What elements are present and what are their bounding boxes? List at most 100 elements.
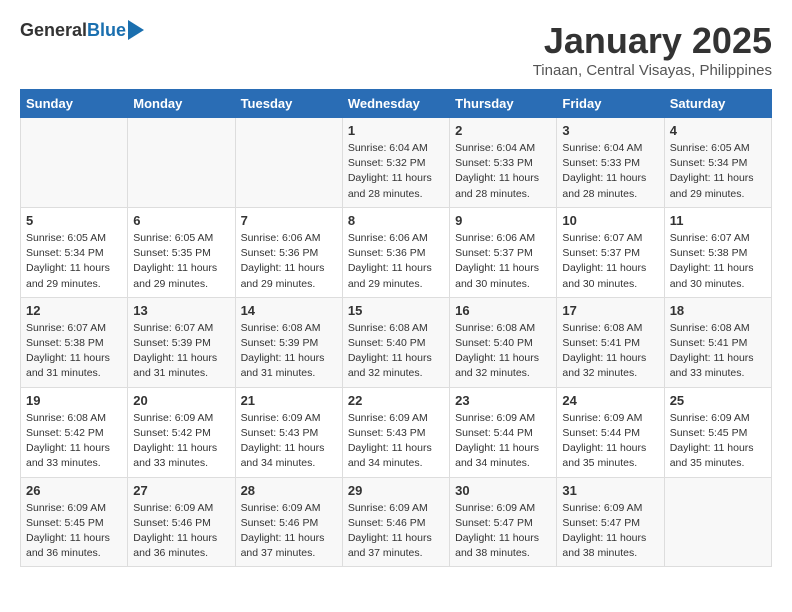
day-info: Sunrise: 6:08 AM Sunset: 5:40 PM Dayligh… xyxy=(455,321,551,382)
day-info: Sunrise: 6:06 AM Sunset: 5:36 PM Dayligh… xyxy=(348,231,444,292)
calendar-cell: 18Sunrise: 6:08 AM Sunset: 5:41 PM Dayli… xyxy=(664,297,771,387)
logo: General Blue xyxy=(20,20,144,41)
page-header: General Blue January 2025 Tinaan, Centra… xyxy=(20,20,772,79)
calendar-cell: 12 Sunrise: 6:07 AM Sunset: 5:38 PM Dayli… xyxy=(21,297,128,387)
calendar-cell: 4Sunrise: 6:05 AM Sunset: 5:34 PM Daylig… xyxy=(664,118,771,208)
day-info: Sunrise: 6:09 AM Sunset: 5:44 PM Dayligh… xyxy=(562,411,658,472)
calendar-cell: 27Sunrise: 6:09 AM Sunset: 5:46 PM Dayli… xyxy=(128,477,235,567)
calendar-cell: 26 Sunrise: 6:09 AM Sunset: 5:45 PM Dayli… xyxy=(21,477,128,567)
day-info: Sunrise: 6:09 AM Sunset: 5:45 PM Dayligh… xyxy=(670,411,766,472)
day-info: Sunrise: 6:04 AM Sunset: 5:33 PM Dayligh… xyxy=(455,141,551,202)
day-number: 24 xyxy=(562,393,658,408)
calendar-cell: 14 Sunrise: 6:08 AM Sunset: 5:39 PM Dayli… xyxy=(235,297,342,387)
day-header-tuesday: Tuesday xyxy=(235,90,342,118)
day-info: Sunrise: 6:06 AM Sunset: 5:37 PM Dayligh… xyxy=(455,231,551,292)
day-number: 29 xyxy=(348,483,444,498)
calendar-cell: 8 Sunrise: 6:06 AM Sunset: 5:36 PM Daylig… xyxy=(342,207,449,297)
day-info: Sunrise: 6:08 AM Sunset: 5:41 PM Dayligh… xyxy=(562,321,658,382)
day-info: Sunrise: 6:08 AM Sunset: 5:39 PM Dayligh… xyxy=(241,321,337,382)
calendar-cell: 11 Sunrise: 6:07 AM Sunset: 5:38 PM Dayli… xyxy=(664,207,771,297)
day-number: 22 xyxy=(348,393,444,408)
calendar-cell: 15 Sunrise: 6:08 AM Sunset: 5:40 PM Dayli… xyxy=(342,297,449,387)
day-info: Sunrise: 6:09 AM Sunset: 5:42 PM Dayligh… xyxy=(133,411,229,472)
calendar-cell: 22 Sunrise: 6:09 AM Sunset: 5:43 PM Dayli… xyxy=(342,387,449,477)
day-number: 25 xyxy=(670,393,766,408)
calendar-cell: 13Sunrise: 6:07 AM Sunset: 5:39 PM Dayli… xyxy=(128,297,235,387)
day-info: Sunrise: 6:05 AM Sunset: 5:35 PM Dayligh… xyxy=(133,231,229,292)
day-number: 7 xyxy=(241,213,337,228)
day-header-monday: Monday xyxy=(128,90,235,118)
day-info: Sunrise: 6:08 AM Sunset: 5:42 PM Dayligh… xyxy=(26,411,122,472)
calendar-cell: 10 Sunrise: 6:07 AM Sunset: 5:37 PM Dayli… xyxy=(557,207,664,297)
calendar-week-row: 5Sunrise: 6:05 AM Sunset: 5:34 PM Daylig… xyxy=(21,207,772,297)
calendar-cell: 28 Sunrise: 6:09 AM Sunset: 5:46 PM Dayli… xyxy=(235,477,342,567)
day-info: Sunrise: 6:09 AM Sunset: 5:46 PM Dayligh… xyxy=(348,501,444,562)
calendar-cell: 17 Sunrise: 6:08 AM Sunset: 5:41 PM Dayli… xyxy=(557,297,664,387)
day-number: 26 xyxy=(26,483,122,498)
day-number: 8 xyxy=(348,213,444,228)
calendar-week-row: 19 Sunrise: 6:08 AM Sunset: 5:42 PM Dayli… xyxy=(21,387,772,477)
day-number: 5 xyxy=(26,213,122,228)
day-number: 3 xyxy=(562,123,658,138)
calendar-week-row: 26 Sunrise: 6:09 AM Sunset: 5:45 PM Dayli… xyxy=(21,477,772,567)
day-info: Sunrise: 6:07 AM Sunset: 5:38 PM Dayligh… xyxy=(670,231,766,292)
calendar-cell: 23Sunrise: 6:09 AM Sunset: 5:44 PM Dayli… xyxy=(450,387,557,477)
logo-general-text: General xyxy=(20,20,87,41)
day-number: 16 xyxy=(455,303,551,318)
day-info: Sunrise: 6:07 AM Sunset: 5:39 PM Dayligh… xyxy=(133,321,229,382)
day-header-friday: Friday xyxy=(557,90,664,118)
day-number: 21 xyxy=(241,393,337,408)
calendar-cell: 21 Sunrise: 6:09 AM Sunset: 5:43 PM Dayli… xyxy=(235,387,342,477)
day-info: Sunrise: 6:09 AM Sunset: 5:47 PM Dayligh… xyxy=(455,501,551,562)
day-number: 11 xyxy=(670,213,766,228)
calendar-cell: 25 Sunrise: 6:09 AM Sunset: 5:45 PM Dayli… xyxy=(664,387,771,477)
day-info: Sunrise: 6:05 AM Sunset: 5:34 PM Dayligh… xyxy=(670,141,766,202)
calendar-cell xyxy=(235,118,342,208)
day-number: 14 xyxy=(241,303,337,318)
title-block: January 2025 Tinaan, Central Visayas, Ph… xyxy=(533,20,772,79)
calendar-week-row: 12 Sunrise: 6:07 AM Sunset: 5:38 PM Dayli… xyxy=(21,297,772,387)
calendar-header-row: SundayMondayTuesdayWednesdayThursdayFrid… xyxy=(21,90,772,118)
calendar-cell: 3Sunrise: 6:04 AM Sunset: 5:33 PM Daylig… xyxy=(557,118,664,208)
day-number: 20 xyxy=(133,393,229,408)
month-title: January 2025 xyxy=(533,20,772,62)
day-info: Sunrise: 6:06 AM Sunset: 5:36 PM Dayligh… xyxy=(241,231,337,292)
day-info: Sunrise: 6:09 AM Sunset: 5:46 PM Dayligh… xyxy=(241,501,337,562)
day-info: Sunrise: 6:09 AM Sunset: 5:43 PM Dayligh… xyxy=(348,411,444,472)
day-number: 31 xyxy=(562,483,658,498)
day-number: 9 xyxy=(455,213,551,228)
calendar-cell: 5Sunrise: 6:05 AM Sunset: 5:34 PM Daylig… xyxy=(21,207,128,297)
day-info: Sunrise: 6:09 AM Sunset: 5:46 PM Dayligh… xyxy=(133,501,229,562)
calendar-week-row: 1Sunrise: 6:04 AM Sunset: 5:32 PM Daylig… xyxy=(21,118,772,208)
logo-blue-text: Blue xyxy=(87,20,126,41)
day-header-sunday: Sunday xyxy=(21,90,128,118)
day-number: 19 xyxy=(26,393,122,408)
day-number: 28 xyxy=(241,483,337,498)
day-info: Sunrise: 6:09 AM Sunset: 5:44 PM Dayligh… xyxy=(455,411,551,472)
calendar-cell xyxy=(21,118,128,208)
day-info: Sunrise: 6:08 AM Sunset: 5:40 PM Dayligh… xyxy=(348,321,444,382)
day-number: 2 xyxy=(455,123,551,138)
calendar-cell: 20 Sunrise: 6:09 AM Sunset: 5:42 PM Dayli… xyxy=(128,387,235,477)
day-info: Sunrise: 6:09 AM Sunset: 5:45 PM Dayligh… xyxy=(26,501,122,562)
calendar-cell xyxy=(664,477,771,567)
day-info: Sunrise: 6:07 AM Sunset: 5:37 PM Dayligh… xyxy=(562,231,658,292)
calendar-cell: 31 Sunrise: 6:09 AM Sunset: 5:47 PM Dayli… xyxy=(557,477,664,567)
day-number: 10 xyxy=(562,213,658,228)
calendar-cell: 30Sunrise: 6:09 AM Sunset: 5:47 PM Dayli… xyxy=(450,477,557,567)
calendar-cell: 1Sunrise: 6:04 AM Sunset: 5:32 PM Daylig… xyxy=(342,118,449,208)
day-number: 17 xyxy=(562,303,658,318)
day-header-thursday: Thursday xyxy=(450,90,557,118)
day-number: 15 xyxy=(348,303,444,318)
location-subtitle: Tinaan, Central Visayas, Philippines xyxy=(533,62,772,79)
day-info: Sunrise: 6:09 AM Sunset: 5:47 PM Dayligh… xyxy=(562,501,658,562)
logo-arrow-icon xyxy=(128,20,144,40)
day-info: Sunrise: 6:09 AM Sunset: 5:43 PM Dayligh… xyxy=(241,411,337,472)
calendar-table: SundayMondayTuesdayWednesdayThursdayFrid… xyxy=(20,89,772,567)
day-number: 12 xyxy=(26,303,122,318)
calendar-cell: 19 Sunrise: 6:08 AM Sunset: 5:42 PM Dayli… xyxy=(21,387,128,477)
day-info: Sunrise: 6:04 AM Sunset: 5:32 PM Dayligh… xyxy=(348,141,444,202)
day-info: Sunrise: 6:07 AM Sunset: 5:38 PM Dayligh… xyxy=(26,321,122,382)
calendar-cell: 29 Sunrise: 6:09 AM Sunset: 5:46 PM Dayli… xyxy=(342,477,449,567)
day-header-saturday: Saturday xyxy=(664,90,771,118)
